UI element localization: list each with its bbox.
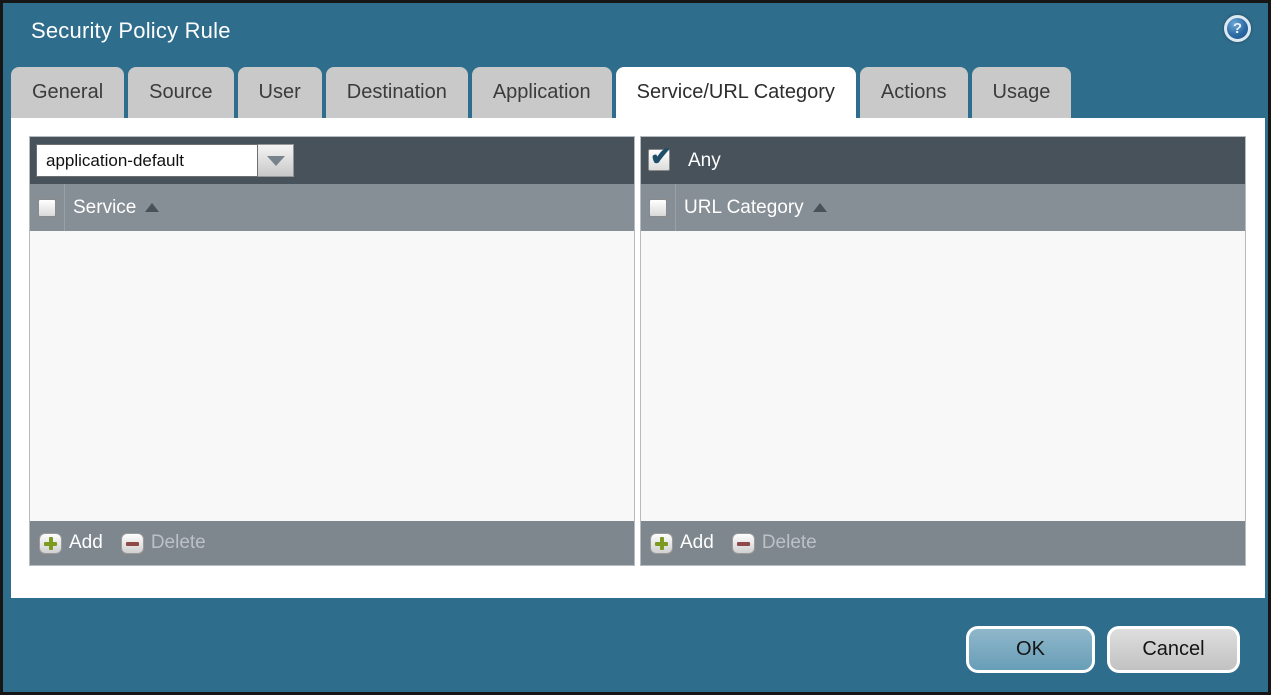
sort-asc-icon[interactable] [812,203,827,212]
tab-general[interactable]: General [11,67,125,118]
service-delete-button[interactable]: Delete [120,532,206,554]
url-category-column-label: URL Category [684,196,804,218]
url-category-add-label: Add [680,532,714,553]
service-add-button[interactable]: Add [39,532,103,554]
service-column-label: Service [73,196,137,218]
dialog-title: Security Policy Rule [31,18,231,43]
plus-icon [650,532,673,554]
url-category-delete-label: Delete [761,532,817,553]
url-category-list[interactable] [641,231,1245,521]
tab-application[interactable]: Application [471,67,612,118]
security-policy-rule-dialog: Security Policy Rule ? General Source Us… [0,0,1271,695]
url-category-delete-button[interactable]: Delete [731,532,817,554]
url-category-select-all-checkbox[interactable] [649,198,667,217]
cancel-button[interactable]: Cancel [1107,626,1240,673]
service-type-dropdown-button[interactable] [258,144,294,177]
column-divider [675,184,676,231]
url-category-add-button[interactable]: Add [650,532,714,554]
tab-content-area: application-default Service Add Delete ✔… [11,118,1265,598]
service-select-all-checkbox[interactable] [38,198,56,217]
ok-button[interactable]: OK [966,626,1095,673]
tab-destination[interactable]: Destination [325,67,468,118]
service-delete-label: Delete [150,532,206,553]
tab-service-url-category[interactable]: Service/URL Category [615,67,856,118]
tab-source[interactable]: Source [128,67,234,118]
service-type-value[interactable]: application-default [36,144,258,177]
tab-bar: General Source User Destination Applicat… [11,67,1072,118]
service-panel-footer: Add Delete [30,521,634,565]
sort-asc-icon[interactable] [145,203,160,212]
minus-icon [731,532,755,554]
any-checkbox[interactable]: ✔ [648,141,672,171]
plus-icon [39,532,62,554]
service-type-combobox[interactable]: application-default [36,144,294,177]
chevron-down-icon [266,155,285,166]
url-category-panel: ✔ Any URL Category Add Delete [640,136,1246,566]
tab-usage[interactable]: Usage [971,67,1072,118]
service-list[interactable] [30,231,634,521]
column-divider [64,184,65,231]
url-category-column-header: URL Category [641,184,1245,231]
tab-actions[interactable]: Actions [859,67,968,118]
any-label: Any [688,150,721,171]
checkmark-icon: ✔ [650,141,672,171]
url-category-panel-header: ✔ Any [641,137,1245,184]
minus-icon [120,532,144,554]
help-icon[interactable]: ? [1224,15,1251,42]
service-add-label: Add [69,532,103,553]
service-panel: application-default Service Add Delete [29,136,635,566]
url-category-panel-footer: Add Delete [641,521,1245,565]
service-column-header: Service [30,184,634,231]
tab-user[interactable]: User [237,67,322,118]
service-panel-header: application-default [30,137,634,184]
